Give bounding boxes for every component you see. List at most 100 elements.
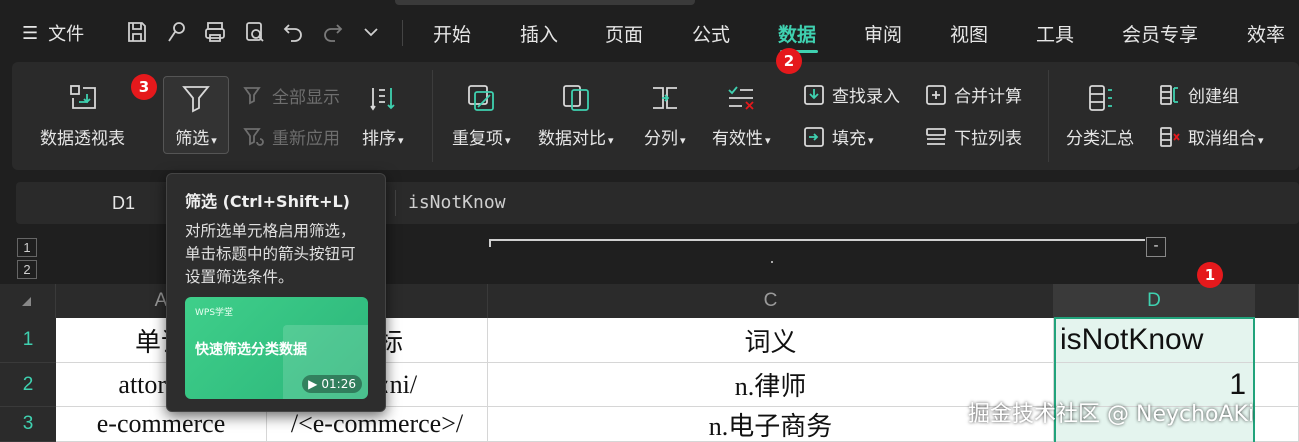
tab-efficiency[interactable]: 效率 — [1247, 20, 1285, 47]
dropdown-list-button[interactable]: 下拉列表 — [924, 124, 1022, 149]
video-title: 快速筛选分类数据 — [195, 342, 307, 358]
file-menu-label: 文件 — [48, 24, 85, 45]
data-compare-button[interactable]: 数据对比 ▾ — [538, 78, 614, 149]
outline-level-2-button[interactable]: 2 — [17, 260, 37, 279]
menu-bar: ☰ 文件 开始 插入 页面 公式 数据 审阅 视图 工具 会员专享 效率 — [0, 0, 1299, 62]
name-box[interactable]: D1 — [112, 193, 135, 214]
tab-formula[interactable]: 公式 — [692, 20, 730, 47]
select-all-triangle-icon — [22, 297, 31, 306]
sort-icon — [363, 78, 403, 118]
lookup-entry-icon — [804, 84, 824, 105]
merge-calculation-button[interactable]: 合并计算 — [924, 82, 1022, 107]
create-group-icon — [1160, 84, 1178, 105]
subtotal-label: 分类汇总 — [1066, 129, 1134, 149]
chevron-down-icon: ▾ — [505, 134, 511, 147]
file-menu-button[interactable]: ☰ 文件 — [22, 20, 84, 46]
group-collapse-button[interactable]: - — [1146, 237, 1166, 257]
chevron-down-icon[interactable] — [358, 18, 384, 46]
tab-insert[interactable]: 插入 — [520, 20, 558, 47]
row-header-1[interactable]: 1 — [0, 318, 56, 363]
watermark: 掘金技术社区 @ NeychoAKi — [968, 402, 1255, 427]
split-column-button[interactable]: 分列 ▾ — [644, 78, 686, 149]
chevron-down-icon: ▾ — [398, 134, 404, 147]
row-header-3[interactable]: 3 — [0, 407, 56, 442]
reapply-icon — [243, 127, 264, 146]
data-compare-label: 数据对比 — [538, 129, 606, 149]
outline-level-1-button[interactable]: 1 — [17, 238, 37, 257]
cell-e1[interactable] — [1255, 318, 1299, 363]
reapply-label: 重新应用 — [272, 129, 340, 149]
lookup-entry-button[interactable]: 查找录入 — [802, 82, 900, 107]
chevron-down-icon: ▾ — [680, 134, 686, 147]
lookup-entry-label: 查找录入 — [832, 87, 900, 107]
divider — [395, 190, 396, 216]
filter-tooltip: 筛选 (Ctrl+Shift+L) 对所选单元格启用筛选，单击标题中的箭头按钮可… — [166, 173, 386, 412]
validity-button[interactable]: 有效性 ▾ — [712, 78, 771, 149]
fill-button[interactable]: 填充 ▾ — [802, 124, 874, 149]
redo-icon[interactable] — [320, 18, 346, 46]
tab-home[interactable]: 开始 — [433, 20, 471, 47]
save-icon[interactable] — [124, 18, 150, 46]
tab-data[interactable]: 数据 — [778, 20, 816, 47]
tab-review[interactable]: 审阅 — [864, 20, 902, 47]
title-strip — [395, 0, 695, 5]
filter-button[interactable]: 筛选 ▾ — [166, 78, 226, 149]
group-bracket — [489, 239, 1145, 241]
validity-label: 有效性 — [712, 129, 763, 149]
row-header-2[interactable]: 2 — [0, 363, 56, 407]
cell-c1[interactable]: 词义 — [488, 318, 1054, 363]
print-icon[interactable] — [202, 18, 228, 46]
ungroup-icon — [1160, 126, 1180, 147]
video-duration: ▶ 01:26 — [302, 375, 362, 393]
format-painter-icon[interactable] — [164, 18, 190, 46]
show-all-icon — [243, 86, 261, 104]
sort-button[interactable]: 排序 ▾ — [362, 78, 404, 149]
subtotal-icon — [1080, 78, 1120, 118]
cell-b3[interactable]: /<e-commerce>/ — [267, 407, 488, 442]
ungroup-button[interactable]: 取消组合 ▾ — [1158, 124, 1264, 149]
column-header-c[interactable]: C — [488, 284, 1054, 318]
undo-icon[interactable] — [280, 18, 306, 46]
chevron-down-icon: ▾ — [765, 134, 771, 147]
video-brand: WPS学堂 — [195, 308, 234, 318]
filter-label: 筛选 — [175, 129, 210, 149]
duplicates-label: 重复项 — [452, 129, 503, 149]
tab-member[interactable]: 会员专享 — [1122, 20, 1198, 47]
validity-icon — [721, 78, 761, 118]
duplicates-icon — [461, 78, 501, 118]
hamburger-icon: ☰ — [22, 22, 39, 44]
show-all-label: 全部显示 — [272, 88, 340, 108]
split-column-label: 分列 — [644, 129, 678, 149]
cell-a3[interactable]: e-commerce — [56, 407, 267, 442]
pivot-table-button[interactable]: 数据透视表 — [40, 78, 125, 149]
split-column-icon — [645, 78, 685, 118]
dropdown-list-label: 下拉列表 — [954, 129, 1022, 149]
tutorial-video-thumbnail[interactable]: WPS学堂 快速筛选分类数据 ▶ 01:26 — [185, 297, 368, 399]
group-dot — [771, 261, 773, 263]
ribbon-divider — [1048, 70, 1049, 162]
subtotal-button[interactable]: 分类汇总 — [1066, 78, 1134, 149]
print-preview-icon[interactable] — [242, 18, 268, 46]
cell-e3[interactable] — [1255, 407, 1299, 442]
ungroup-label: 取消组合 — [1188, 129, 1256, 149]
column-header-e[interactable] — [1255, 284, 1299, 318]
chevron-down-icon: ▾ — [211, 134, 217, 147]
pivot-table-icon — [63, 78, 103, 118]
step-badge-1: 1 — [1197, 262, 1223, 288]
tooltip-description: 对所选单元格启用筛选，单击标题中的箭头按钮可设置筛选条件。 — [185, 222, 356, 286]
play-icon: ▶ — [308, 377, 318, 391]
show-all-button[interactable]: 全部显示 — [242, 83, 340, 108]
tab-page[interactable]: 页面 — [605, 20, 643, 47]
create-group-button[interactable]: 创建组 — [1158, 82, 1239, 107]
step-badge-2: 2 — [776, 48, 802, 74]
column-header-d[interactable]: D — [1054, 284, 1255, 318]
fill-icon — [804, 126, 824, 147]
merge-calculation-icon — [926, 84, 946, 105]
formula-input[interactable]: isNotKnow — [408, 192, 506, 213]
divider — [402, 20, 403, 46]
reapply-button[interactable]: 重新应用 — [242, 124, 340, 149]
cell-e2[interactable] — [1255, 363, 1299, 407]
tab-tools[interactable]: 工具 — [1036, 20, 1074, 47]
duplicates-button[interactable]: 重复项 ▾ — [452, 78, 511, 149]
tab-view[interactable]: 视图 — [950, 20, 988, 47]
